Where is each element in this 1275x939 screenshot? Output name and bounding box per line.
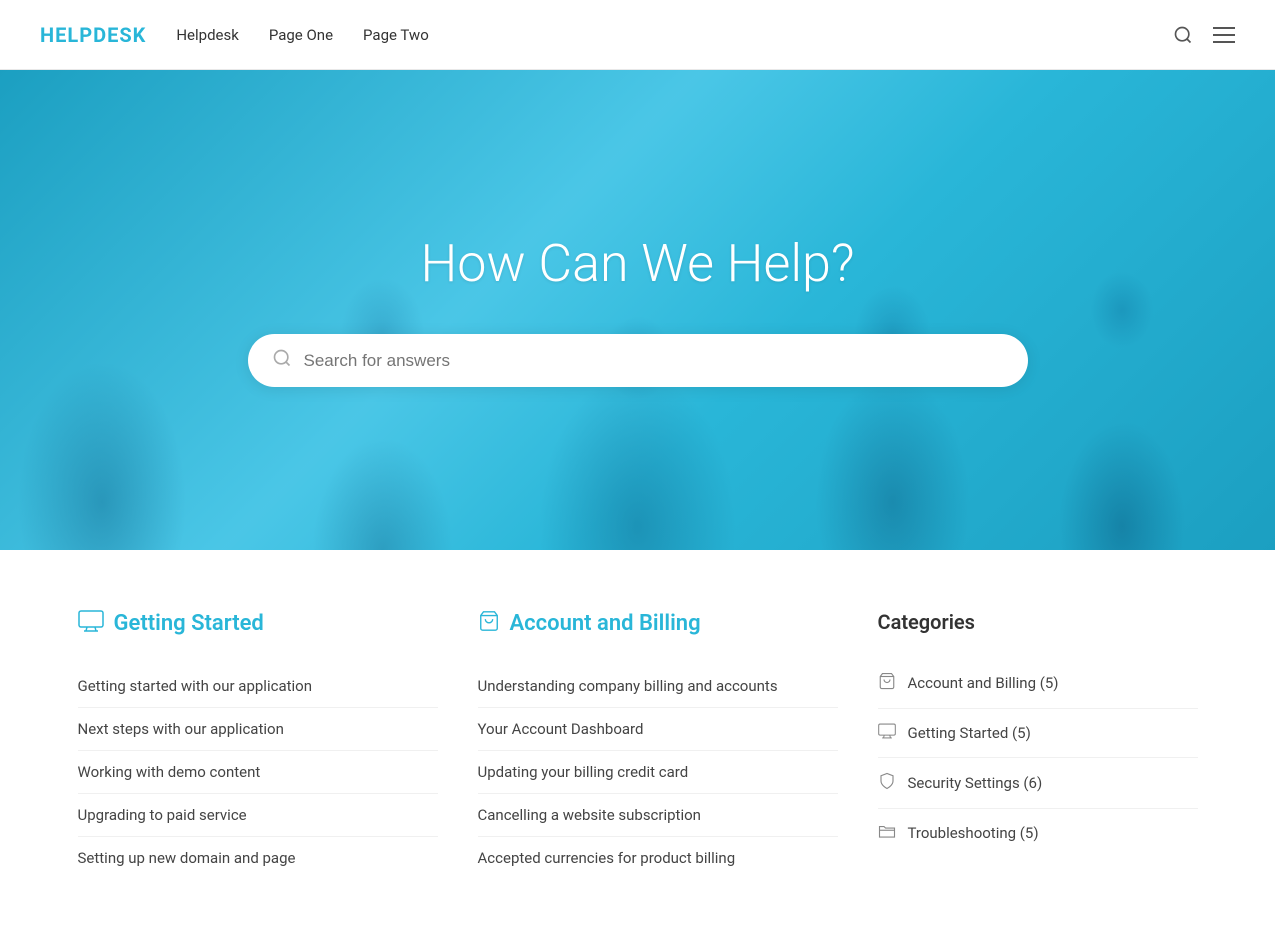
category-list: Account and Billing (5) Getting Started … [878,658,1198,857]
hamburger-line-3 [1213,41,1235,43]
bag-icon [478,610,500,632]
monitor-cat-icon [878,723,896,743]
hero-content: How Can We Help? [0,233,1275,387]
shield-icon [878,772,896,790]
account-billing-list: Understanding company billing and accoun… [478,665,838,879]
category-item-security[interactable]: Security Settings (6) [878,758,1198,809]
search-icon-button[interactable] [1173,25,1193,45]
search-icon [272,348,292,368]
category-item-getting-started[interactable]: Getting Started (5) [878,709,1198,758]
list-item[interactable]: Getting started with our application [78,665,438,708]
folder-icon [878,823,896,839]
billing-cat-icon [878,672,896,694]
hamburger-line-2 [1213,34,1235,36]
brand-logo[interactable]: HELPDESK [40,23,146,47]
account-billing-title: Account and Billing [478,610,838,637]
list-item[interactable]: Understanding company billing and accoun… [478,665,838,708]
navbar: HELPDESK Helpdesk Page One Page Two [0,0,1275,70]
navbar-actions [1173,25,1235,45]
hero-section: How Can We Help? [0,70,1275,550]
billing-icon [478,610,500,637]
list-item[interactable]: Working with demo content [78,751,438,794]
categories-title: Categories [878,610,1198,634]
list-item[interactable]: Updating your billing credit card [478,751,838,794]
list-item[interactable]: Your Account Dashboard [478,708,838,751]
shield-cat-icon [878,772,896,794]
category-item-troubleshooting[interactable]: Troubleshooting (5) [878,809,1198,857]
monitor-small-icon [878,723,896,739]
list-item[interactable]: Next steps with our application [78,708,438,751]
menu-icon-button[interactable] [1213,27,1235,43]
folder-cat-icon [878,823,896,843]
search-icon [1173,25,1193,45]
getting-started-icon [78,610,104,637]
getting-started-list: Getting started with our application Nex… [78,665,438,879]
categories-sidebar: Categories Account and Billing (5) [878,610,1198,879]
search-bar-icon [272,348,292,373]
monitor-icon [78,610,104,632]
list-item[interactable]: Setting up new domain and page [78,837,438,879]
getting-started-title: Getting Started [78,610,438,637]
hero-title: How Can We Help? [20,233,1255,294]
list-item[interactable]: Upgrading to paid service [78,794,438,837]
account-billing-section: Account and Billing Understanding compan… [478,610,838,879]
search-bar [248,334,1028,387]
main-content: Getting Started Getting started with our… [38,550,1238,939]
nav-link-helpdesk[interactable]: Helpdesk [176,26,238,44]
list-item[interactable]: Cancelling a website subscription [478,794,838,837]
list-item[interactable]: Accepted currencies for product billing [478,837,838,879]
search-input[interactable] [304,351,1004,371]
nav-link-page-two[interactable]: Page Two [363,26,429,44]
nav-links: Helpdesk Page One Page Two [176,25,428,44]
category-item-billing[interactable]: Account and Billing (5) [878,658,1198,709]
bag-small-icon [878,672,896,690]
hamburger-line-1 [1213,27,1235,29]
getting-started-section: Getting Started Getting started with our… [78,610,438,879]
nav-link-page-one[interactable]: Page One [269,26,333,44]
